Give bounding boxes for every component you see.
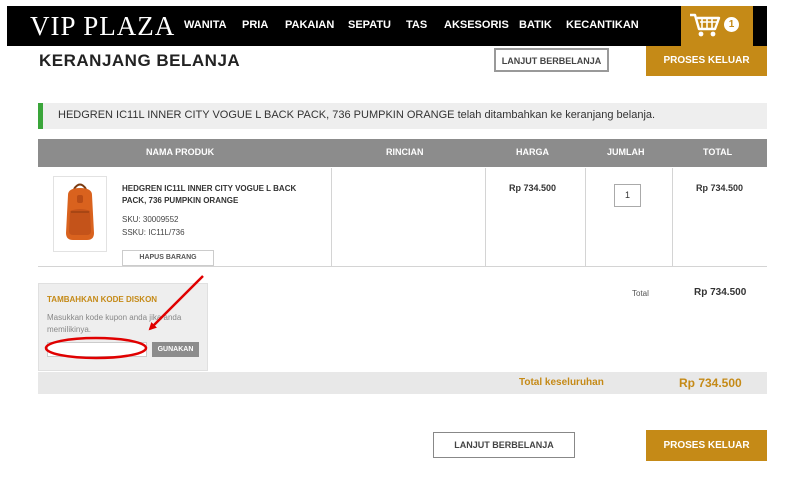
discount-code-input[interactable] [47, 342, 147, 357]
grand-total-bar: Total keseluruhan Rp 734.500 [38, 372, 767, 394]
discount-title: TAMBAHKAN KODE DISKON [47, 295, 158, 304]
nav-item-tas[interactable]: TAS [406, 18, 427, 32]
header-total: TOTAL [703, 147, 733, 157]
nav-item-aksesoris[interactable]: AKSESORIS [444, 18, 509, 32]
header-details: RINCIAN [386, 147, 424, 157]
page-title: KERANJANG BELANJA [39, 51, 241, 70]
nav-item-pakaian[interactable]: PAKAIAN [285, 18, 334, 32]
nav-item-batik[interactable]: BATIK [519, 18, 552, 32]
column-divider [485, 168, 486, 267]
product-sku: SKU: 30009552 [122, 215, 179, 224]
nav-item-wanita[interactable]: WANITA [184, 18, 227, 32]
notice-text: HEDGREN IC11L INNER CITY VOGUE L BACK PA… [58, 109, 656, 121]
grand-total-label: Total keseluruhan [519, 377, 604, 388]
item-total: Rp 734.500 [696, 183, 744, 193]
product-ssku: SSKU: IC11L/736 [122, 228, 185, 237]
checkout-button-top[interactable]: PROSES KELUAR [646, 46, 767, 76]
header-quantity: JUMLAH [607, 147, 645, 157]
subtotal-label: Total [632, 289, 649, 298]
header-price: HARGA [516, 147, 549, 157]
vip-plaza-logo[interactable]: VIP PLAZA [30, 9, 175, 43]
discount-help-text: Masukkan kode kupon anda jika anda memil… [47, 313, 182, 334]
cart-table-header: NAMA PRODUK RINCIAN HARGA JUMLAH TOTAL [38, 139, 767, 167]
top-navigation-bar: VIP PLAZA WANITA PRIA PAKAIAN SEPATU TAS… [7, 6, 767, 52]
nav-item-sepatu[interactable]: SEPATU [348, 18, 391, 32]
discount-code-panel: TAMBAHKAN KODE DISKON Masukkan kode kupo… [38, 283, 208, 371]
cart-count-badge: 1 [724, 17, 739, 32]
product-thumbnail[interactable] [53, 176, 107, 252]
backpack-image [66, 183, 94, 240]
subtotal-value: Rp 734.500 [694, 287, 747, 298]
remove-item-button[interactable]: HAPUS BARANG [122, 250, 214, 266]
apply-discount-button[interactable]: GUNAKAN [152, 342, 199, 357]
continue-shopping-button-top[interactable]: LANJUT BERBELANJA [494, 48, 609, 72]
checkout-button-bottom[interactable]: PROSES KELUAR [646, 430, 767, 461]
header-product-name: NAMA PRODUK [146, 147, 215, 157]
column-divider [585, 168, 586, 267]
nav-item-pria[interactable]: PRIA [242, 18, 268, 32]
column-divider [672, 168, 673, 267]
nav-item-kecantikan[interactable]: KECANTIKAN [566, 18, 639, 32]
column-divider [331, 168, 332, 267]
shopping-cart-icon [690, 13, 721, 37]
product-name-link[interactable]: HEDGREN IC11L INNER CITY VOGUE L BACK PA… [122, 183, 322, 207]
grand-total-value: Rp 734.500 [679, 376, 742, 390]
continue-shopping-button-bottom[interactable]: LANJUT BERBELANJA [433, 432, 575, 458]
item-price: Rp 734.500 [509, 183, 557, 193]
quantity-input[interactable]: 1 [614, 184, 641, 207]
added-to-cart-notice: HEDGREN IC11L INNER CITY VOGUE L BACK PA… [38, 103, 767, 129]
